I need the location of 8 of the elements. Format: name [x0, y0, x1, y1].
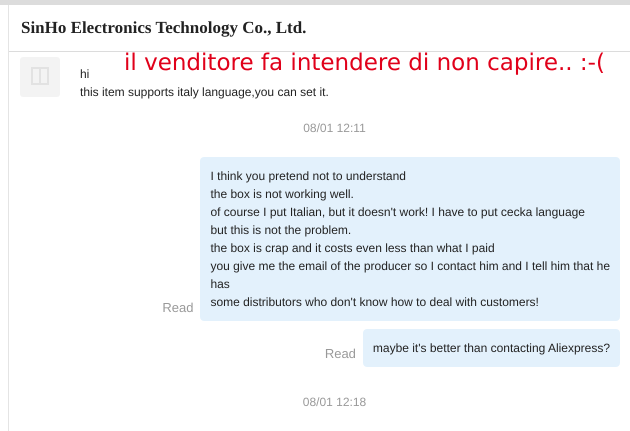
- chat-title: SinHo Electronics Technology Co., Ltd.: [21, 17, 306, 40]
- avatar-icon: [20, 57, 60, 97]
- message-bubble: I think you pretend not to understand the box is not working well. of course I put Italian, but it doesn't work! I have to put cecka language but this is not the problem. the box is crap and it costs even less than what I paid you give me the email of the producer so I contact him and I tell him that he has some distributors who don't know how to deal with customers!: [200, 157, 620, 321]
- timestamp: 08/01 12:11: [303, 120, 366, 137]
- read-status: Read: [324, 344, 356, 362]
- read-status: Read: [162, 298, 194, 316]
- message-bubble: maybe it's better than contacting Aliexpress?: [362, 329, 620, 367]
- timestamp: 08/01 12:18: [302, 394, 366, 411]
